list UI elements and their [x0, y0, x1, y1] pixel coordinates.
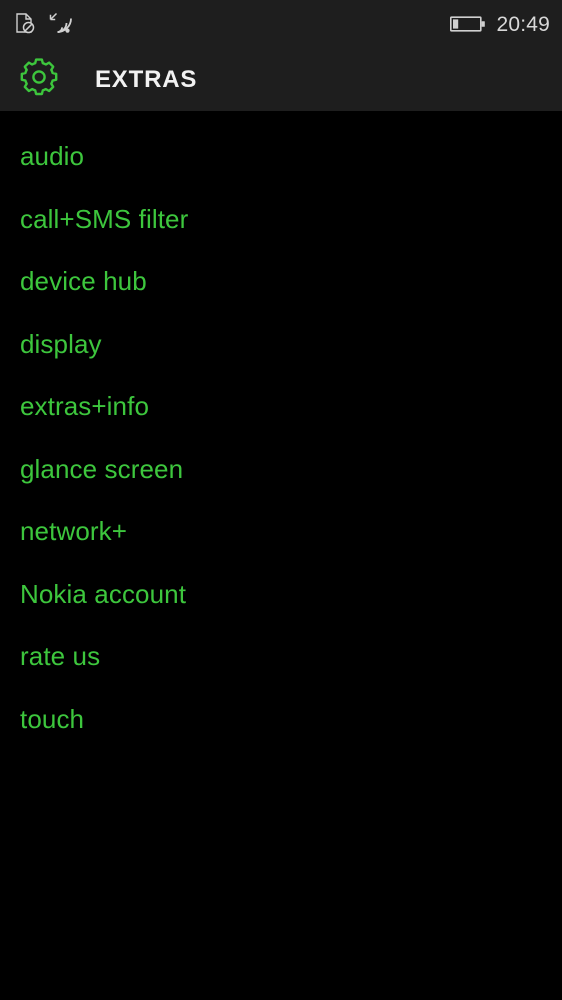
list-item-display[interactable]: display [0, 329, 562, 392]
list-item-label: display [20, 328, 102, 359]
list-item-label: device hub [20, 266, 147, 296]
status-bar-left-icons [14, 11, 75, 37]
no-sim-icon [14, 12, 36, 36]
list-item-label: glance screen [20, 453, 184, 484]
list-item-label: call+SMS filter [20, 203, 189, 234]
settings-list[interactable]: audio call+SMS filter device hub display… [0, 111, 562, 1000]
list-item-extras-info[interactable]: extras+info [0, 391, 562, 454]
list-item-label: touch [20, 703, 85, 734]
page-title: EXTRAS [95, 65, 198, 93]
list-item-touch[interactable]: touch [0, 704, 562, 767]
status-bar-clock: 20:49 [496, 12, 550, 36]
status-bar-right-cluster: 20:49 [450, 14, 550, 35]
list-item-label: Nokia account [20, 578, 187, 609]
list-item-rate-us[interactable]: rate us [0, 641, 562, 704]
app-header: EXTRAS [0, 48, 562, 111]
list-item-label: rate us [20, 641, 101, 671]
list-item-nokia-account[interactable]: Nokia account [0, 579, 562, 642]
list-item-label: network+ [20, 516, 128, 546]
list-item-device-hub[interactable]: device hub [0, 266, 562, 329]
list-item-label: audio [20, 141, 85, 171]
list-item-network-plus[interactable]: network+ [0, 516, 562, 579]
list-item-label: extras+info [20, 391, 150, 421]
list-item-audio[interactable]: audio [0, 141, 562, 204]
list-item-call-sms-filter[interactable]: call+SMS filter [0, 204, 562, 267]
list-item-glance-screen[interactable]: glance screen [0, 454, 562, 517]
gear-icon [18, 56, 60, 103]
battery-low-icon [450, 14, 486, 34]
wifi-data-icon [45, 11, 75, 37]
status-bar: 20:49 [0, 0, 562, 48]
